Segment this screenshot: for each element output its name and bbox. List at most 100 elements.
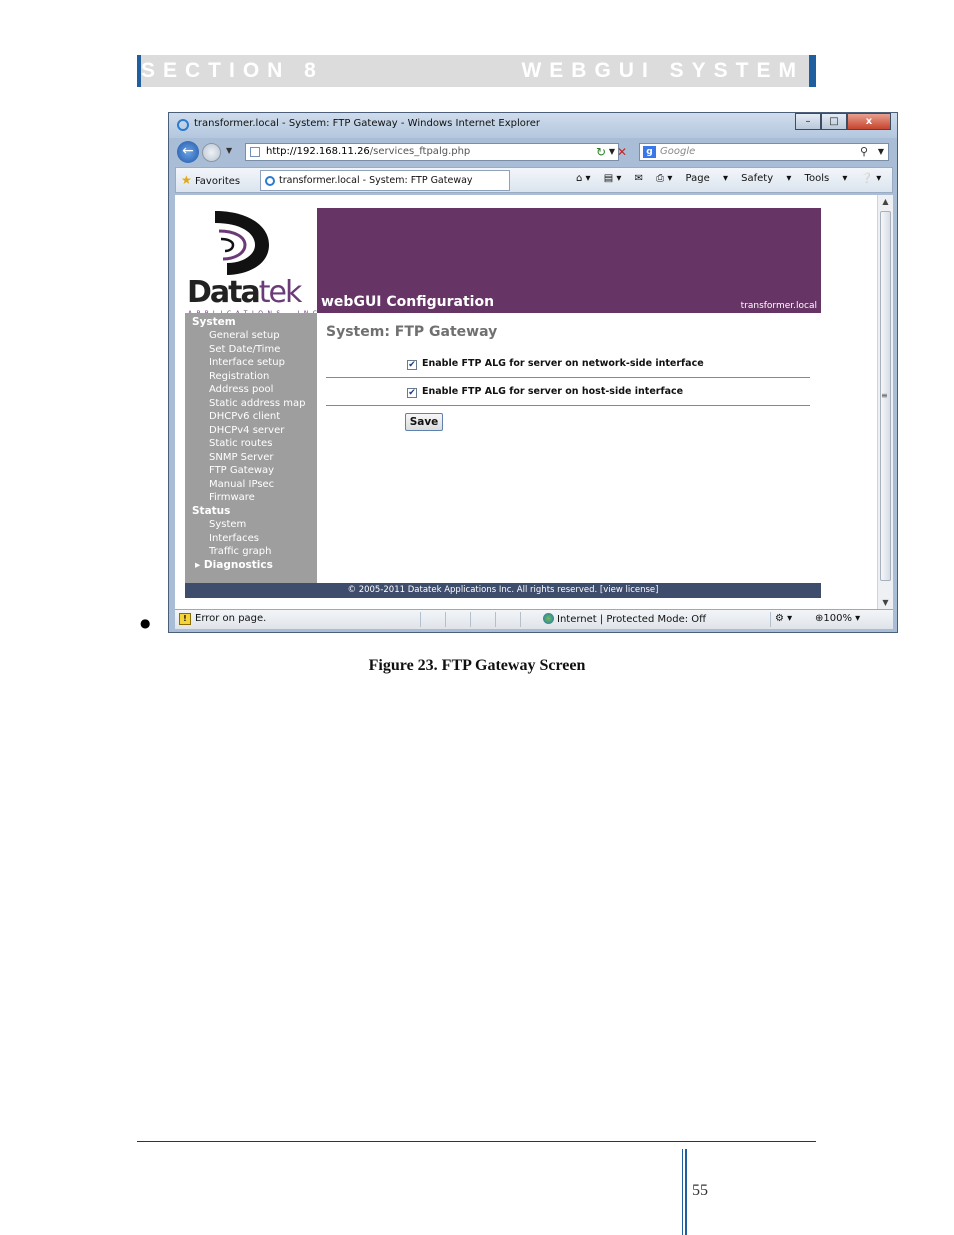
title-bar: transformer.local - System: FTP Gateway … bbox=[169, 113, 897, 138]
status-bar: ! Error on page. Internet | Protected Mo… bbox=[175, 609, 893, 629]
sidebar-item-status-system[interactable]: System bbox=[209, 519, 246, 530]
print-icon[interactable]: ⎙ ▾ bbox=[656, 173, 672, 184]
minimize-button[interactable]: – bbox=[795, 113, 821, 130]
tab-title: transformer.local - System: FTP Gateway bbox=[279, 175, 473, 186]
window-buttons: – □ x bbox=[795, 113, 891, 131]
tools-menu[interactable]: Tools ▾ bbox=[805, 173, 848, 184]
status-divider bbox=[770, 612, 771, 627]
sidebar-item-dhcpv6-client[interactable]: DHCPv6 client bbox=[209, 411, 280, 422]
address-bar[interactable]: http://192.168.11.26/services_ftpalg.php… bbox=[245, 143, 619, 161]
status-divider bbox=[495, 612, 496, 627]
sidebar-heading-system[interactable]: System bbox=[192, 316, 236, 328]
sidebar-item-firmware[interactable]: Firmware bbox=[209, 492, 255, 503]
sidebar-item-address-pool[interactable]: Address pool bbox=[209, 384, 273, 395]
divider bbox=[326, 405, 810, 406]
sidebar-heading-status[interactable]: Status bbox=[192, 505, 230, 517]
help-icon[interactable]: ❔ ▾ bbox=[861, 173, 882, 184]
save-button[interactable]: Save bbox=[405, 413, 443, 431]
page-number-accent bbox=[682, 1149, 683, 1235]
close-button[interactable]: x bbox=[847, 113, 891, 130]
feeds-icon[interactable]: ▤ ▾ bbox=[604, 173, 622, 184]
sidebar-item-ftp-gateway[interactable]: FTP Gateway bbox=[209, 465, 274, 476]
sidebar-item-registration[interactable]: Registration bbox=[209, 371, 269, 382]
protected-mode-icon[interactable]: ⚙ ▾ bbox=[775, 613, 792, 624]
copyright-footer: © 2005-2011 Datatek Applications Inc. Al… bbox=[185, 583, 821, 598]
sidebar-item-interface-setup[interactable]: Interface setup bbox=[209, 357, 285, 368]
page-title: System: FTP Gateway bbox=[326, 324, 498, 340]
maximize-button[interactable]: □ bbox=[821, 113, 847, 130]
favorites-label: Favorites bbox=[194, 176, 241, 187]
zone-label: Internet | Protected Mode: Off bbox=[557, 614, 707, 625]
stop-icon[interactable]: ✕ bbox=[614, 143, 630, 161]
logo-tek: tek bbox=[258, 275, 303, 310]
mail-icon[interactable]: ✉ bbox=[635, 173, 643, 184]
favorites-button[interactable]: ★ Favorites bbox=[181, 173, 240, 187]
command-bar: ⌂ ▾ ▤ ▾ ✉ ⎙ ▾ Page ▾ Safety ▾ Tools ▾ ❔ … bbox=[576, 173, 891, 184]
page-icon bbox=[250, 147, 260, 157]
tab-active[interactable]: transformer.local - System: FTP Gateway bbox=[260, 170, 510, 191]
sidebar-item-snmp-server[interactable]: SNMP Server bbox=[209, 452, 273, 463]
search-input[interactable]: g Google ⚲ ▼ bbox=[639, 143, 889, 161]
sidebar-item-set-date-time[interactable]: Set Date/Time bbox=[209, 344, 280, 355]
search-dropdown-icon[interactable]: ▼ bbox=[878, 144, 884, 160]
address-toolbar: ← ▼ http://192.168.11.26/services_ftpalg… bbox=[169, 139, 897, 166]
zoom-level: 100% bbox=[823, 613, 852, 624]
home-icon[interactable]: ⌂ ▾ bbox=[576, 173, 591, 184]
section-number: SECTION 8 bbox=[141, 59, 324, 82]
host-side-checkbox[interactable]: ✔ bbox=[407, 388, 417, 398]
sidebar-item-dhcpv4-server[interactable]: DHCPv4 server bbox=[209, 425, 284, 436]
url-path: /services_ftpalg.php bbox=[369, 146, 471, 157]
section-header: SECTION 8 WEBGUI SYSTEM bbox=[137, 55, 816, 87]
sidebar-item-manual-ipsec[interactable]: Manual IPsec bbox=[209, 479, 274, 490]
status-divider bbox=[470, 612, 471, 627]
sidebar-item-static-address-map[interactable]: Static address map bbox=[209, 398, 305, 409]
status-divider bbox=[445, 612, 446, 627]
google-icon: g bbox=[643, 146, 656, 158]
footer-rule bbox=[137, 1141, 816, 1142]
sidebar-item-static-routes[interactable]: Static routes bbox=[209, 438, 272, 449]
safety-menu-label: Safety bbox=[741, 173, 774, 184]
zoom-control[interactable]: ⊕100% ▾ bbox=[815, 613, 860, 624]
search-placeholder: Google bbox=[660, 146, 696, 157]
forward-arrow-icon[interactable] bbox=[202, 143, 221, 162]
page-menu[interactable]: Page ▾ bbox=[686, 173, 728, 184]
figure-caption: Figure 23. FTP Gateway Screen bbox=[368, 657, 586, 674]
section-right-accent bbox=[809, 55, 816, 87]
sidebar-item-traffic-graph[interactable]: Traffic graph bbox=[209, 546, 272, 557]
window-title: transformer.local - System: FTP Gateway … bbox=[194, 118, 541, 129]
host-side-label: Enable FTP ALG for server on host-side i… bbox=[422, 386, 684, 397]
header-banner: webGUI Configuration transformer.local bbox=[317, 208, 821, 313]
logo-data: Data bbox=[187, 275, 261, 310]
bullet-icon: ● bbox=[140, 616, 151, 630]
scroll-up-icon[interactable]: ▲ bbox=[878, 197, 893, 206]
tab-ie-icon bbox=[265, 176, 275, 186]
history-dropdown-icon[interactable]: ▼ bbox=[226, 146, 232, 155]
safety-menu[interactable]: Safety ▾ bbox=[741, 173, 791, 184]
ie-icon bbox=[177, 119, 189, 131]
vertical-scrollbar[interactable]: ▲ ≡ ▼ bbox=[877, 195, 893, 609]
scroll-grip-icon: ≡ bbox=[881, 391, 888, 400]
page-number: 55 bbox=[692, 1182, 708, 1199]
url-host: http://192.168.11.26 bbox=[266, 146, 370, 157]
banner-title: webGUI Configuration bbox=[321, 294, 495, 310]
search-icon[interactable]: ⚲ bbox=[860, 144, 868, 160]
logo-wordmark: Datatek bbox=[187, 275, 303, 310]
datatek-logo: Datatek APPLICATIONS, INC bbox=[185, 207, 317, 317]
sidebar-item-general-setup[interactable]: General setup bbox=[209, 330, 280, 341]
status-divider bbox=[420, 612, 421, 627]
zone-status[interactable]: Internet | Protected Mode: Off bbox=[543, 613, 706, 625]
page-number-accent bbox=[685, 1149, 687, 1235]
sidebar-item-interfaces[interactable]: Interfaces bbox=[209, 533, 259, 544]
option-host-side: ✔ Enable FTP ALG for server on host-side … bbox=[407, 386, 683, 398]
globe-icon bbox=[543, 613, 554, 624]
scroll-down-icon[interactable]: ▼ bbox=[878, 598, 893, 607]
section-title: WEBGUI SYSTEM bbox=[521, 59, 804, 82]
network-side-checkbox[interactable]: ✔ bbox=[407, 360, 417, 370]
refresh-icon[interactable]: ↻ bbox=[592, 143, 610, 161]
status-error[interactable]: Error on page. bbox=[195, 613, 266, 624]
logo-mark-icon bbox=[215, 211, 269, 275]
sidebar-item-diagnostics[interactable]: ▸ Diagnostics bbox=[195, 559, 273, 571]
warning-icon[interactable]: ! bbox=[179, 613, 191, 625]
tools-menu-label: Tools bbox=[804, 173, 830, 184]
back-arrow-icon[interactable]: ← bbox=[177, 141, 199, 163]
